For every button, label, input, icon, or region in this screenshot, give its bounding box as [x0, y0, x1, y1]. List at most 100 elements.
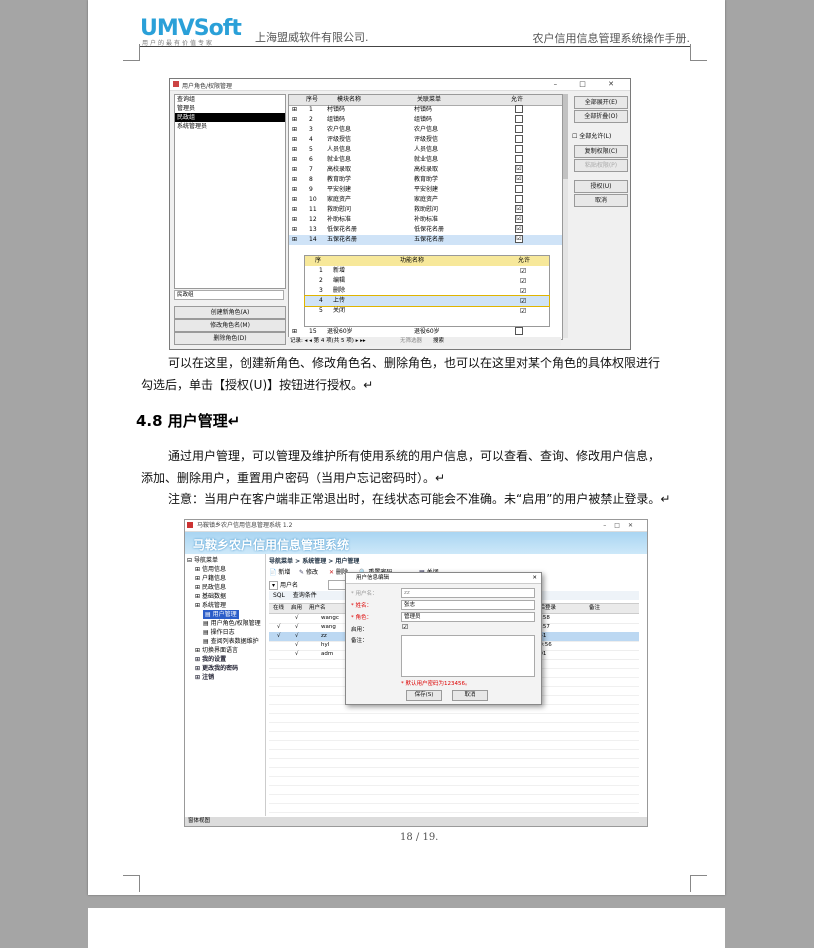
role-item[interactable]: 查询组: [175, 95, 285, 104]
grid-scrollbar[interactable]: [563, 94, 568, 338]
window-controls[interactable]: –□✕: [603, 520, 641, 531]
username-field[interactable]: zz: [401, 588, 535, 598]
function-subgrid[interactable]: 序 功能名称 允许 1 新增 ☑ 2 编辑 ☑ 3 删除 ☑ 4 上传 ☑ 5 关闭 ☑: [304, 255, 550, 327]
rename-role-button[interactable]: 修改角色名(M): [174, 319, 286, 332]
allow-checkbox[interactable]: [515, 135, 523, 143]
role-item[interactable]: 系统管理员: [175, 122, 285, 131]
tree-item[interactable]: ⊞ 系统管理: [195, 601, 226, 610]
tree-item[interactable]: ⊞ 更改我的密码: [195, 664, 238, 673]
grid-nav-bar[interactable]: 记录: ◂ ◂ 第 4 项(共 5 项) ▸ ▸▸ 无筛选器 搜索: [288, 337, 561, 346]
function-row[interactable]: 4 上传 ☑: [304, 295, 550, 307]
module-row[interactable]: ⊞ 7 高校录取 高校录取 ☑: [289, 165, 562, 175]
tree-item[interactable]: ⊞ 民政信息: [195, 583, 226, 592]
role-select[interactable]: 管理员: [401, 612, 535, 622]
module-permission-grid[interactable]: 序号 模块名称 关联菜单 允许 ⊞ 1 村镇码 村镇码 ⊞ 2 组镇码 组镇码 ⊞ 3 农户信息 农户…: [288, 94, 563, 340]
expand-icon[interactable]: ⊞: [292, 175, 297, 185]
authorize-button[interactable]: 授权(U): [574, 180, 628, 193]
expand-icon[interactable]: ⊞: [292, 215, 297, 225]
function-allow-checkbox[interactable]: ☑: [520, 266, 526, 276]
role-item[interactable]: 管理员: [175, 104, 285, 113]
expand-icon[interactable]: ⊞: [292, 205, 297, 215]
cancel-button[interactable]: 取消: [574, 194, 628, 207]
add-button[interactable]: 📄 新增: [269, 567, 290, 576]
function-row[interactable]: 2 编辑 ☑: [305, 276, 549, 286]
allow-checkbox[interactable]: [515, 195, 523, 203]
search-box[interactable]: 搜索: [433, 337, 444, 346]
allow-checkbox[interactable]: ☑: [515, 165, 523, 173]
expand-icon[interactable]: ⊞: [292, 195, 297, 205]
expand-icon[interactable]: ⊞: [292, 125, 297, 135]
window-controls[interactable]: – □ ✕: [554, 80, 624, 88]
expand-icon[interactable]: ⊞: [292, 115, 297, 125]
allow-checkbox[interactable]: [515, 185, 523, 193]
navigation-tree[interactable]: ⊟ 导航菜单 ⊞ 信用信息 ⊞ 户籍信息 ⊞ 民政信息 ⊞ 基础数据 ⊞ 系统管理 ▤ 用户…: [185, 554, 266, 816]
expand-icon[interactable]: ⊞: [292, 145, 297, 155]
function-allow-checkbox[interactable]: ☑: [520, 286, 526, 296]
expand-icon[interactable]: ⊞: [292, 105, 297, 115]
module-row[interactable]: ⊞ 10 家庭资产 家庭资产: [289, 195, 562, 205]
allow-checkbox[interactable]: [515, 125, 523, 133]
module-row[interactable]: ⊞ 3 农户信息 农户信息: [289, 125, 562, 135]
record-navigator[interactable]: 记录: ◂ ◂ 第 4 项(共 5 项) ▸ ▸▸: [290, 337, 366, 346]
allow-checkbox[interactable]: [515, 115, 523, 123]
allow-checkbox[interactable]: ☑: [515, 215, 523, 223]
allow-checkbox[interactable]: ☑: [515, 225, 523, 233]
paste-permission-button[interactable]: 粘贴权限(P): [574, 159, 628, 172]
save-button[interactable]: 保存(S): [406, 690, 442, 701]
create-role-button[interactable]: 创建新角色(A): [174, 306, 286, 319]
module-row[interactable]: ⊞ 14 五保花名册 五保花名册 ☑: [289, 235, 562, 245]
tree-item[interactable]: ⊞ 我的设置: [195, 655, 226, 664]
all-allow-checkbox[interactable]: ☐ 全部允许(L): [572, 131, 611, 140]
close-icon[interactable]: ✕: [532, 573, 537, 583]
tree-item[interactable]: ⊞ 切换界面语言: [195, 646, 238, 655]
expand-icon[interactable]: ⊞: [292, 155, 297, 165]
function-allow-checkbox[interactable]: ☑: [520, 296, 526, 306]
module-row[interactable]: ⊞ 11 救助慰问 救助慰问 ☑: [289, 205, 562, 215]
tree-item[interactable]: ⊟ 导航菜单: [187, 556, 218, 565]
module-row[interactable]: ⊞ 1 村镇码 村镇码: [289, 105, 562, 115]
function-row[interactable]: 5 关闭 ☑: [305, 306, 549, 316]
function-row[interactable]: 3 删除 ☑: [305, 286, 549, 296]
tree-item[interactable]: ▤ 操作日志: [203, 628, 235, 637]
dialog-cancel-button[interactable]: 取消: [452, 690, 488, 701]
function-row[interactable]: 1 新增 ☑: [305, 266, 549, 276]
module-row[interactable]: ⊞ 4 评级授信 评级授信: [289, 135, 562, 145]
module-row[interactable]: ⊞ 6 就业信息 就业信息: [289, 155, 562, 165]
note-textarea[interactable]: [401, 635, 535, 677]
expand-icon[interactable]: ⊞: [292, 185, 297, 195]
tree-item[interactable]: ⊞ 注销: [195, 673, 214, 682]
expand-icon[interactable]: ⊞: [292, 165, 297, 175]
allow-checkbox[interactable]: ☑: [515, 235, 523, 243]
module-row[interactable]: ⊞ 5 人员信息 人员信息: [289, 145, 562, 155]
function-allow-checkbox[interactable]: ☑: [520, 306, 526, 316]
copy-permission-button[interactable]: 复制权限(C): [574, 145, 628, 158]
tree-item[interactable]: ▤ 查阅列表数据维护: [203, 637, 259, 646]
enabled-checkbox[interactable]: ☑: [402, 623, 408, 631]
filter-indicator[interactable]: 无筛选器: [400, 337, 422, 346]
delete-role-button[interactable]: 删除角色(D): [174, 332, 286, 345]
module-row[interactable]: ⊞ 13 低保花名册 低保花名册 ☑: [289, 225, 562, 235]
allow-checkbox[interactable]: ☑: [515, 205, 523, 213]
role-list[interactable]: 查询组 管理员 民政组 系统管理员: [174, 94, 286, 289]
sql-condition[interactable]: 查询条件: [287, 592, 317, 599]
expand-icon[interactable]: ⊞: [292, 225, 297, 235]
role-name-input[interactable]: 民政组: [174, 290, 284, 300]
collapse-all-button[interactable]: 全部折叠(O): [574, 110, 628, 123]
module-row[interactable]: ⊞ 9 平安创建 平安创建: [289, 185, 562, 195]
expand-icon[interactable]: ⊞: [292, 235, 297, 245]
module-row[interactable]: ⊞ 12 补助标准 补助标准 ☑: [289, 215, 562, 225]
module-row[interactable]: ⊞ 2 组镇码 组镇码: [289, 115, 562, 125]
tree-item[interactable]: ⊞ 基础数据: [195, 592, 226, 601]
function-allow-checkbox[interactable]: ☑: [520, 276, 526, 286]
tree-item[interactable]: ▤ 用户管理: [203, 610, 239, 619]
allow-checkbox[interactable]: [515, 145, 523, 153]
allow-checkbox[interactable]: ☑: [515, 175, 523, 183]
dropdown-icon[interactable]: ▾: [269, 581, 279, 590]
expand-icon[interactable]: ⊞: [292, 327, 297, 337]
tree-item[interactable]: ⊞ 信用信息: [195, 565, 226, 574]
expand-icon[interactable]: ⊞: [292, 135, 297, 145]
tree-item[interactable]: ⊞ 户籍信息: [195, 574, 226, 583]
module-row[interactable]: ⊞ 8 教育助学 教育助学 ☑: [289, 175, 562, 185]
module-row[interactable]: ⊞ 15 退役60岁 退役60岁: [289, 327, 562, 337]
allow-checkbox[interactable]: [515, 105, 523, 113]
